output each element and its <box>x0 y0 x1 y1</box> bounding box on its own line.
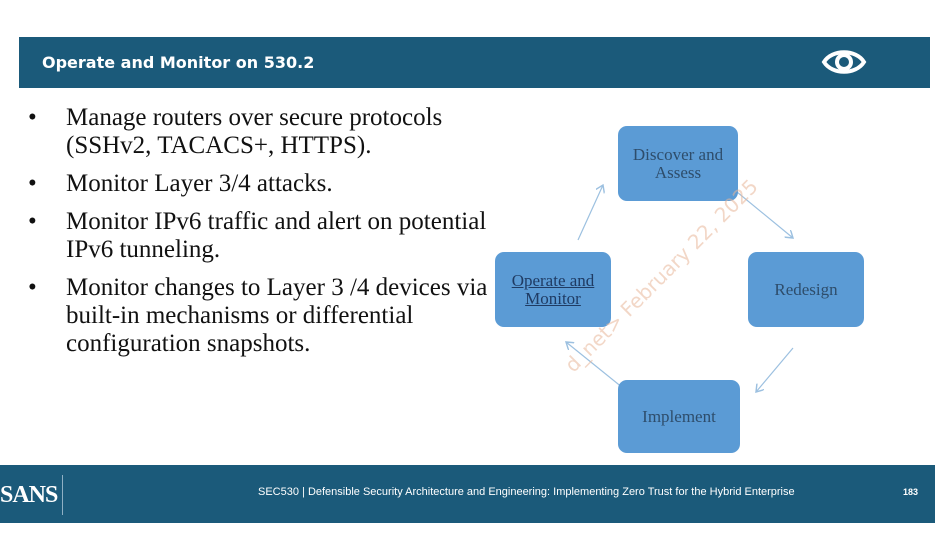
node-label: Discover and Assess <box>632 144 724 182</box>
eye-icon <box>821 50 867 74</box>
bullet-dot: • <box>28 170 37 197</box>
bullet-text: Monitor Layer 3/4 attacks. <box>66 170 333 197</box>
node-operate-monitor[interactable]: Operate and Monitor <box>495 252 611 327</box>
arrow-operate-to-discover <box>577 185 603 241</box>
node-implement: Implement <box>618 380 740 453</box>
bullet-item: • Monitor changes to Layer 3 /4 devices v… <box>22 274 492 358</box>
bullet-text: Monitor IPv6 traffic and alert on potent… <box>66 208 487 263</box>
bullet-list: • Manage routers over secure protocols (S… <box>22 104 492 368</box>
course-title: SEC530 | Defensible Security Architectur… <box>258 486 795 498</box>
bullet-text: Manage routers over secure protocols (SS… <box>66 104 443 159</box>
node-label: Implement <box>642 406 716 426</box>
bullet-dot: • <box>28 208 37 235</box>
node-label: Redesign <box>774 279 838 299</box>
bullet-text: Monitor changes to Layer 3 /4 devices vi… <box>66 274 488 357</box>
footer-bar: SANS SEC530 | Defensible Security Archit… <box>0 465 935 523</box>
sans-logo: SANS <box>0 482 58 508</box>
arrow-redesign-to-implement <box>756 347 794 392</box>
bullet-item: • Manage routers over secure protocols (S… <box>22 104 492 160</box>
header-bar: Operate and Monitor on 530.2 <box>19 37 930 88</box>
bullet-dot: • <box>28 274 37 301</box>
logo-separator <box>62 475 63 515</box>
bullet-item: • Monitor Layer 3/4 attacks. <box>22 170 492 198</box>
slide: Operate and Monitor on 530.2 • Manage rou… <box>0 0 949 545</box>
node-label[interactable]: Operate and Monitor <box>495 271 611 308</box>
page-number: 183 <box>903 487 919 497</box>
bullet-item: • Monitor IPv6 traffic and alert on poten… <box>22 208 492 264</box>
node-redesign: Redesign <box>748 252 864 327</box>
cycle-diagram: Discover and Assess Redesign Implement O… <box>480 120 880 460</box>
slide-title: Operate and Monitor on 530.2 <box>42 53 315 72</box>
footer: SANS SEC530 | Defensible Security Archit… <box>0 465 949 545</box>
bullet-dot: • <box>28 104 37 131</box>
node-discover-assess: Discover and Assess <box>618 126 738 201</box>
